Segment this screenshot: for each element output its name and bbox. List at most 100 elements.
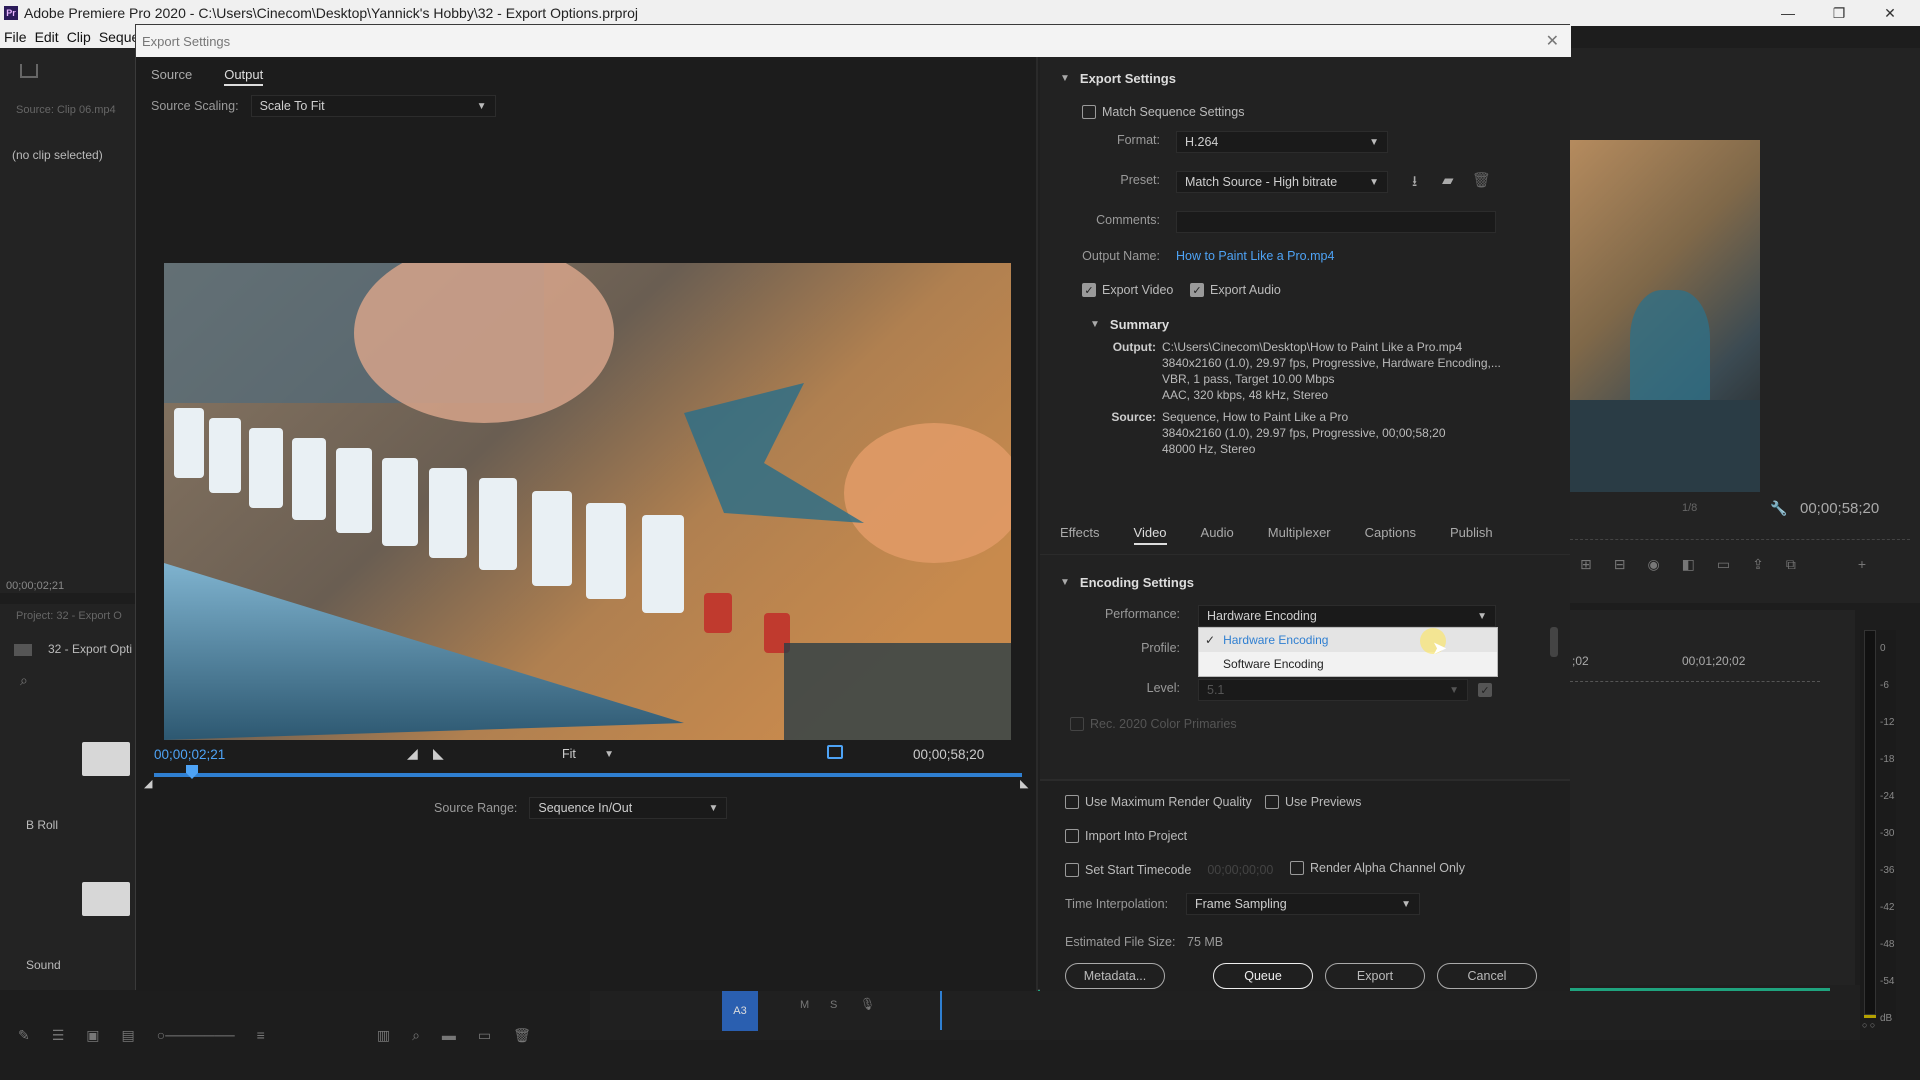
tab-publish[interactable]: Publish (1450, 525, 1493, 554)
meter-footer[interactable]: ○ ○ (1862, 1020, 1875, 1030)
find-icon[interactable]: ⌕ (412, 1027, 420, 1044)
rec2020-checkbox[interactable] (1070, 717, 1084, 731)
tab-multiplexer[interactable]: Multiplexer (1268, 525, 1331, 554)
menu-file[interactable]: File (4, 29, 27, 45)
start-timecode-checkbox[interactable] (1065, 863, 1079, 877)
render-alpha-checkbox[interactable] (1290, 861, 1304, 875)
dialog-close-button[interactable]: ✕ (1546, 31, 1559, 51)
track-mute[interactable]: M (800, 999, 809, 1011)
timeline-ruler[interactable] (1570, 674, 1820, 682)
metadata-button[interactable]: Metadata... (1065, 963, 1165, 989)
save-preset-icon[interactable]: ⭳ (1412, 171, 1417, 196)
home-icon[interactable] (20, 64, 38, 78)
mark-out-icon[interactable]: ◣ (433, 745, 444, 762)
chevron-down-icon: ▼ (708, 802, 719, 814)
dialog-title-bar: Export Settings ✕ (136, 25, 1571, 57)
collapse-chevron-icon[interactable]: ▼ (1060, 73, 1070, 84)
export-settings-heading[interactable]: ▼ Export Settings (1060, 71, 1540, 86)
export-frame-icon[interactable]: ⇪ (1752, 556, 1764, 573)
new-bin-icon[interactable]: ▬ (442, 1027, 456, 1043)
mark-in-icon[interactable]: ◢ (407, 745, 418, 762)
aspect-ratio-icon[interactable] (827, 745, 843, 759)
use-previews-checkbox[interactable] (1265, 795, 1279, 809)
match-sequence-checkbox[interactable] (1082, 105, 1096, 119)
camera-icon[interactable]: ◉ (1647, 556, 1659, 573)
source-scaling-dropdown[interactable]: Scale To Fit ▼ (250, 95, 496, 117)
maximize-button[interactable]: ❐ (1816, 0, 1862, 26)
export-video-checkbox[interactable]: ✓ (1082, 283, 1096, 297)
multicam-icon[interactable]: ⧉ (1786, 556, 1796, 573)
option-hardware-encoding[interactable]: ✓ Hardware Encoding (1199, 628, 1497, 652)
encoding-settings-heading[interactable]: ▼ Encoding Settings (1060, 575, 1540, 590)
format-dropdown[interactable]: H.264 ▼ (1176, 131, 1388, 153)
vr-icon[interactable]: ▭ (1717, 556, 1730, 573)
pencil-icon[interactable]: ✎ (18, 1027, 30, 1044)
import-preset-icon[interactable]: ▰ (1442, 171, 1454, 189)
tab-effects[interactable]: Effects (1060, 525, 1100, 554)
queue-button[interactable]: Queue (1213, 963, 1313, 989)
track-target-a3[interactable]: A3 (722, 991, 758, 1031)
automate-icon[interactable]: ▥ (377, 1027, 390, 1044)
minimize-button[interactable]: — (1765, 0, 1811, 26)
cancel-button[interactable]: Cancel (1437, 963, 1537, 989)
overwrite-icon[interactable]: ⊟ (1614, 556, 1626, 573)
performance-dropdown[interactable]: Hardware Encoding ▼ (1198, 605, 1496, 627)
menu-edit[interactable]: Edit (35, 29, 59, 45)
output-name-link[interactable]: How to Paint Like a Pro.mp4 (1176, 249, 1334, 263)
project-title: Project: 32 - Export O (16, 610, 122, 622)
timeline-playhead[interactable] (940, 985, 942, 1030)
preset-dropdown[interactable]: Match Source - High bitrate ▼ (1176, 171, 1388, 193)
tab-audio[interactable]: Audio (1201, 525, 1234, 554)
program-fraction[interactable]: 1/8 (1682, 502, 1697, 514)
comments-input[interactable] (1176, 211, 1496, 233)
program-ruler[interactable] (1570, 530, 1910, 540)
compare-icon[interactable]: ◧ (1682, 556, 1695, 573)
wrench-icon[interactable]: 🔧 (1770, 500, 1787, 517)
tab-output[interactable]: Output (224, 67, 264, 86)
zoom-slider[interactable]: ○─────── (157, 1027, 235, 1043)
add-button-icon[interactable]: + (1858, 556, 1866, 573)
trash-icon[interactable]: 🗑 (513, 1027, 531, 1044)
start-timecode-row: Set Start Timecode 00;00;00;00 (1065, 863, 1273, 877)
project-item-name[interactable]: 32 - Export Opti (48, 642, 132, 656)
start-timecode-value[interactable]: 00;00;00;00 (1207, 863, 1273, 877)
sort-icon[interactable]: ≡ (257, 1027, 265, 1043)
close-window-button[interactable]: ✕ (1867, 0, 1913, 26)
project-search-icon[interactable]: ⌕ (20, 672, 28, 689)
export-button[interactable]: Export (1325, 963, 1425, 989)
tab-video[interactable]: Video (1133, 525, 1167, 545)
delete-preset-icon[interactable]: 🗑 (1472, 171, 1491, 189)
icon-view-icon[interactable]: ▣ (86, 1027, 99, 1044)
list-view-icon[interactable]: ☰ (52, 1027, 65, 1044)
option-software-encoding[interactable]: Software Encoding (1199, 652, 1497, 676)
scrub-bar[interactable] (154, 773, 1022, 777)
track-solo[interactable]: S (830, 999, 837, 1011)
range-in-handle[interactable]: ◢ (144, 777, 152, 790)
collapse-chevron-icon[interactable]: ▼ (1060, 577, 1070, 588)
range-out-handle[interactable]: ◣ (1020, 777, 1028, 790)
level-dropdown[interactable]: 5.1 ▼ (1198, 679, 1468, 701)
settings-scrollbar[interactable] (1550, 627, 1558, 657)
tab-captions[interactable]: Captions (1365, 525, 1416, 554)
program-monitor: 1/8 🔧 00;00;58;20 ⊞ ⊟ ◉ ◧ ▭ ⇪ ⧉ + (1570, 48, 1920, 603)
folder-icon[interactable] (82, 742, 130, 776)
insert-icon[interactable]: ⊞ (1580, 556, 1592, 573)
folder-icon[interactable] (82, 882, 130, 916)
max-render-checkbox[interactable] (1065, 795, 1079, 809)
freeform-view-icon[interactable]: ▤ (122, 1027, 135, 1044)
import-project-checkbox[interactable] (1065, 829, 1079, 843)
microphone-icon[interactable]: 🎙 (860, 997, 875, 1011)
new-item-icon[interactable]: ▭ (478, 1027, 491, 1044)
level-lock-checkbox[interactable]: ✓ (1478, 683, 1492, 697)
rec2020-row: Rec. 2020 Color Primaries (1070, 717, 1237, 731)
collapse-chevron-icon[interactable]: ▼ (1090, 319, 1100, 330)
menu-clip[interactable]: Clip (67, 29, 91, 45)
time-interpolation-dropdown[interactable]: Frame Sampling ▼ (1186, 893, 1420, 915)
export-audio-checkbox[interactable]: ✓ (1190, 283, 1204, 297)
zoom-fit-dropdown[interactable]: Fit ▼ (554, 743, 622, 765)
current-timecode[interactable]: 00;00;02;21 (154, 747, 225, 762)
audio-meter: 0 -6 -12 -18 -24 -30 -36 -42 -48 -54 dB ○ ○ (1860, 630, 1896, 1030)
source-range-dropdown[interactable]: Sequence In/Out ▼ (529, 797, 728, 819)
summary-heading[interactable]: ▼ Summary (1090, 317, 1169, 332)
tab-source[interactable]: Source (151, 67, 192, 86)
